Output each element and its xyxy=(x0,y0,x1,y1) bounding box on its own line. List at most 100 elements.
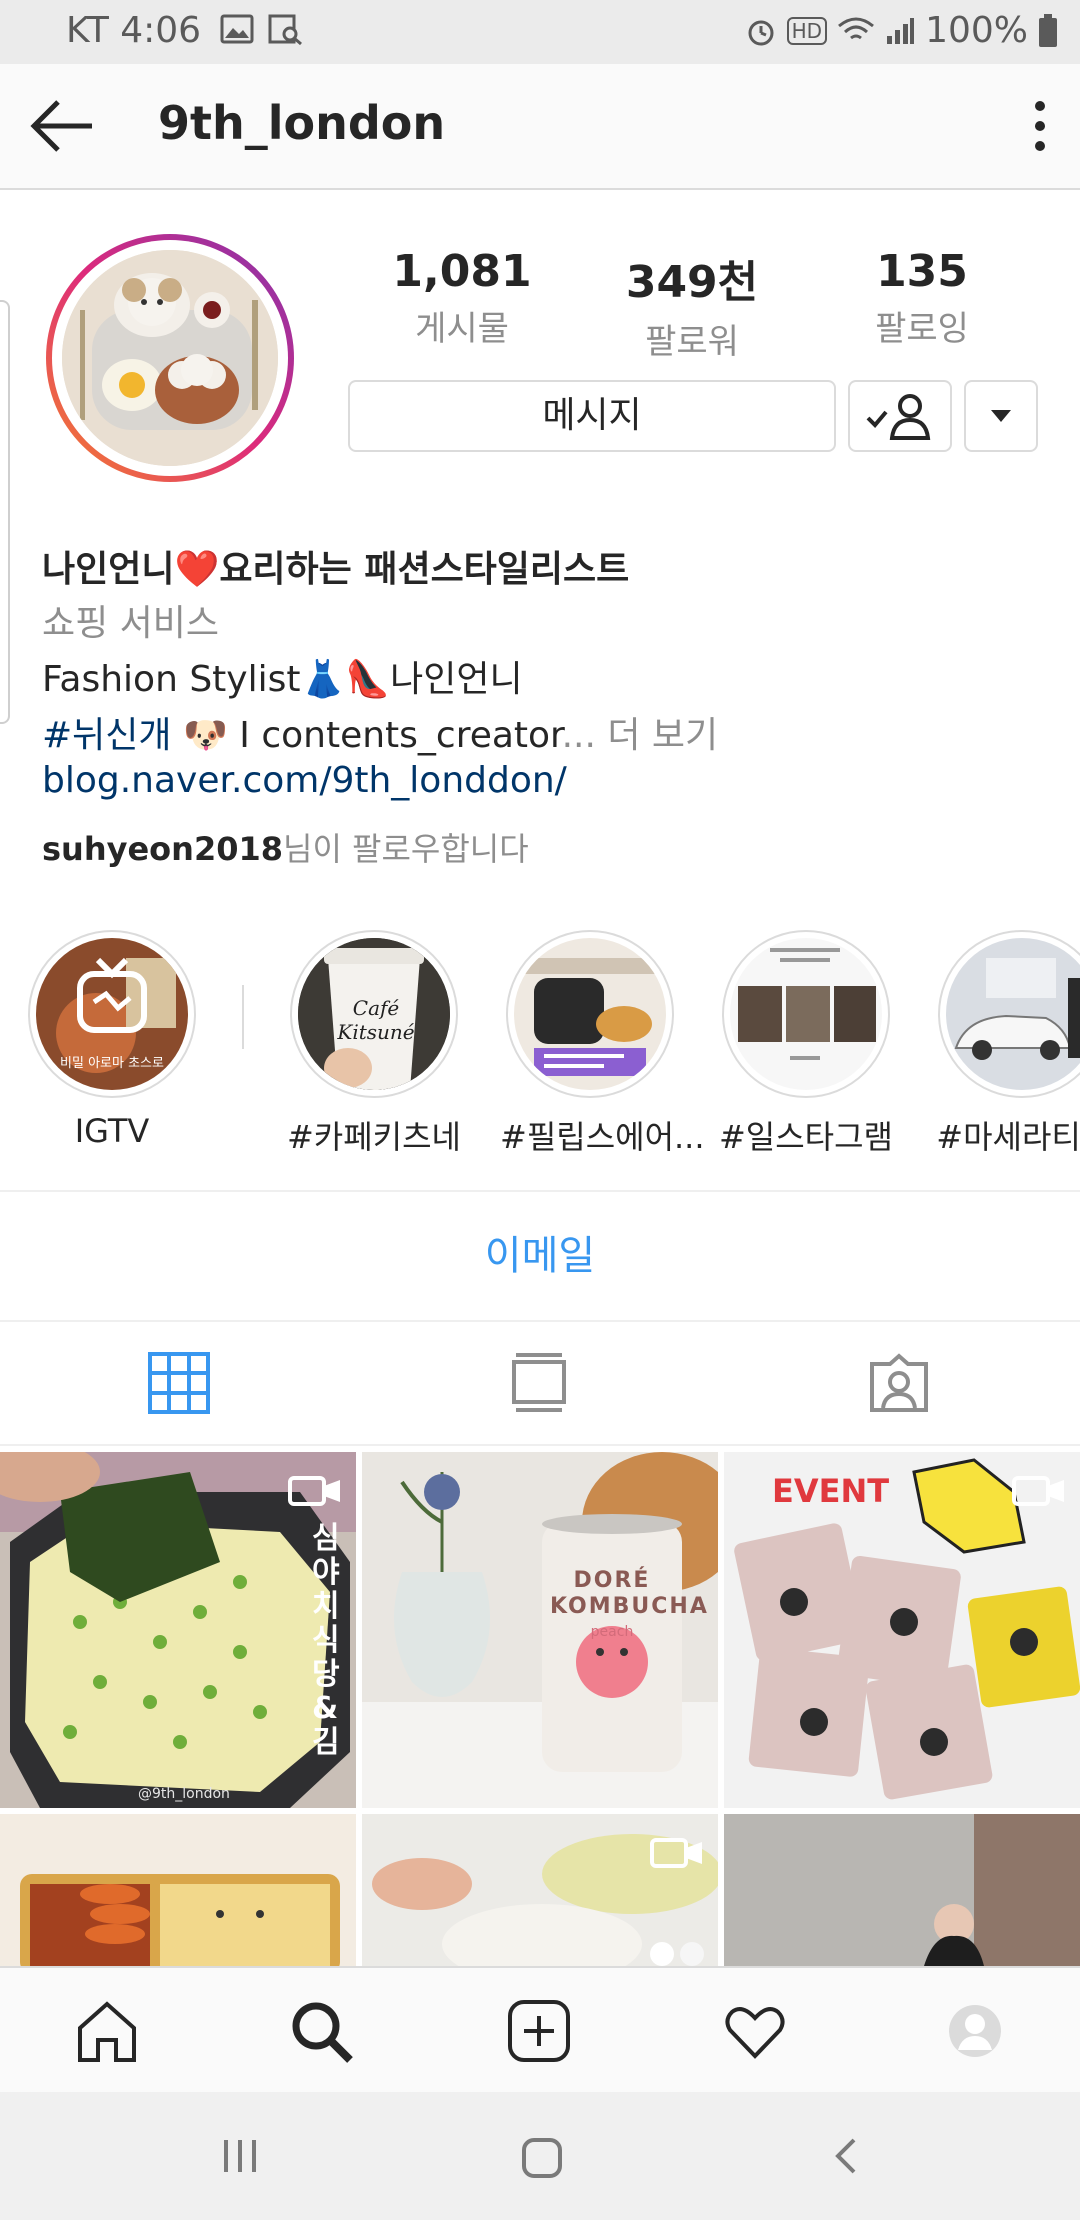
feed-icon xyxy=(512,1353,566,1412)
plus-square-icon xyxy=(508,2000,570,2062)
post-tile[interactable]: DORÉ KOMBUCHA peach xyxy=(362,1452,718,1808)
following-count: 135 xyxy=(876,246,968,297)
gallery-icon xyxy=(220,14,254,44)
status-left-icons xyxy=(220,14,304,46)
can-flavor-text: peach xyxy=(590,1624,634,1640)
signal-icon xyxy=(887,17,915,44)
kebab-icon xyxy=(1035,101,1045,151)
bio-website-link[interactable]: blog.naver.com/9th_londdon/ xyxy=(42,760,567,801)
message-button[interactable]: 메시지 xyxy=(348,380,836,452)
avatar-image xyxy=(62,250,278,466)
bio-line-1: Fashion Stylist👗👠나인언니 xyxy=(42,650,523,702)
stat-following[interactable]: 135 팔로잉 xyxy=(822,246,1022,350)
recent-apps-button[interactable] xyxy=(220,2136,260,2180)
bio-category: 쇼핑 서비스 xyxy=(42,603,220,644)
person-check-icon xyxy=(866,394,931,440)
profile-username: 9th_london xyxy=(158,96,446,150)
stat-followers[interactable]: 349천 팔로워 xyxy=(592,246,792,363)
post-caption-overlay: 심야치식당 &김 xyxy=(312,1521,340,1760)
tab-tagged[interactable] xyxy=(720,1320,1080,1444)
followers-label: 팔로워 xyxy=(645,322,739,362)
back-system-button[interactable] xyxy=(826,2136,866,2180)
recents-icon xyxy=(224,2140,256,2172)
cafe-cup-text: Café Kitsuné xyxy=(337,996,415,1044)
bio-name-part2: 요리하는 패션스타일리스트 xyxy=(219,549,630,590)
bio-line1-text: Fashion Stylist xyxy=(42,659,301,700)
highlight-igtv[interactable]: 비밀 아로마 초스로 IGTV xyxy=(22,930,202,1150)
highlight-philips-image xyxy=(514,938,666,1090)
post-watermark: @9th_london xyxy=(138,1786,230,1802)
status-time: KT 4:06 xyxy=(66,10,202,51)
highlight-maserati-image xyxy=(946,938,1080,1090)
bio-line2-text: I contents_creator xyxy=(227,715,562,756)
tab-feed[interactable] xyxy=(360,1320,720,1444)
event-label: EVENT xyxy=(772,1472,890,1510)
dog-emoji: 🐶 xyxy=(182,715,228,756)
chevron-left-icon xyxy=(835,2138,856,2174)
highlight-igtv-image: 비밀 아로마 초스로 xyxy=(36,938,188,1090)
followers-count: 349천 xyxy=(625,257,759,308)
status-right: HD 100% xyxy=(745,10,1058,51)
highlight-label: #일스타그램 xyxy=(718,1118,893,1156)
profile-avatar[interactable] xyxy=(46,234,294,482)
nav-activity[interactable] xyxy=(722,1998,788,2064)
system-nav-bar xyxy=(0,2092,1080,2220)
contact-bar: 이메일 xyxy=(0,1190,1080,1322)
home-icon xyxy=(78,2001,136,2062)
search-icon xyxy=(292,2002,353,2063)
suggestions-dropdown-button[interactable] xyxy=(964,380,1038,452)
highlight-label: IGTV xyxy=(74,1112,150,1150)
app-header: 9th_london xyxy=(0,64,1080,190)
nav-profile[interactable] xyxy=(942,1998,1008,2064)
more-options-button[interactable] xyxy=(1020,94,1060,158)
post-tile[interactable] xyxy=(362,1814,718,1966)
following-status-button[interactable] xyxy=(848,380,952,452)
nav-search[interactable] xyxy=(288,1998,354,2064)
highlight-philips-airfryer[interactable]: #필립스에어... xyxy=(500,930,705,1158)
igtv-caption: 비밀 아로마 초스로 xyxy=(60,1056,164,1071)
tab-grid[interactable] xyxy=(0,1320,360,1444)
screenshot-search-icon xyxy=(268,14,302,46)
tagged-person-icon xyxy=(870,1353,928,1412)
can-brand-text: DORÉ KOMBUCHA xyxy=(550,1568,709,1619)
highlight-cafe-kitsune[interactable]: Café Kitsuné #카페키츠네 xyxy=(284,930,464,1158)
status-bar: KT 4:06 HD 100% xyxy=(0,0,1080,64)
post-tile[interactable]: 심야치식당 &김 @9th_london xyxy=(0,1452,356,1808)
post-tile[interactable] xyxy=(0,1814,356,1966)
highlight-maserati[interactable]: #마세라티# xyxy=(932,930,1080,1158)
see-more-link[interactable]: ... 더 보기 xyxy=(562,715,719,756)
wifi-icon xyxy=(838,17,875,39)
nav-new-post[interactable] xyxy=(506,1998,572,2064)
post-tile[interactable] xyxy=(724,1814,1080,1966)
nav-home[interactable] xyxy=(74,1998,140,2064)
back-button[interactable] xyxy=(28,96,98,156)
following-label: 팔로잉 xyxy=(875,309,969,349)
highlight-ilstagram[interactable]: #일스타그램 xyxy=(716,930,896,1158)
highlight-cafe-image: Café Kitsuné xyxy=(298,938,450,1090)
post-tile[interactable]: EVENT xyxy=(724,1452,1080,1808)
home-button[interactable] xyxy=(520,2136,564,2184)
alarm-icon xyxy=(748,20,774,45)
avatar-icon xyxy=(949,2005,1001,2057)
followed-by-suffix: 님이 팔로우합니다 xyxy=(283,830,529,868)
posts-label: 게시물 xyxy=(415,309,509,349)
followed-by-user: suhyeon2018 xyxy=(42,830,283,868)
bio-name: 나인언니❤️요리하는 패션스타일리스트 xyxy=(42,540,629,592)
heart-emoji: ❤️ xyxy=(174,549,220,590)
followed-by[interactable]: suhyeon2018님이 팔로우합니다 xyxy=(42,824,529,870)
posts-count: 1,081 xyxy=(392,246,532,297)
battery-percent: 100% xyxy=(925,10,1028,51)
email-button[interactable]: 이메일 xyxy=(0,1192,1080,1320)
bio-hashtag[interactable]: #뉘신개 xyxy=(42,715,172,756)
grid-icon xyxy=(148,1352,210,1414)
highlight-divider xyxy=(242,985,244,1049)
home-square-icon xyxy=(522,2138,562,2178)
stat-posts[interactable]: 1,081 게시물 xyxy=(362,246,562,350)
bio-line-2: #뉘신개 🐶 I contents_creator... 더 보기 xyxy=(42,706,718,758)
highlight-label: #필립스에어... xyxy=(500,1118,705,1156)
highlight-ilstagram-image xyxy=(730,938,882,1090)
hd-badge: HD xyxy=(786,16,828,45)
arrow-left-icon xyxy=(30,100,92,152)
highlight-label: #마세라티# xyxy=(936,1118,1080,1156)
bio-name-part1: 나인언니 xyxy=(42,549,175,590)
